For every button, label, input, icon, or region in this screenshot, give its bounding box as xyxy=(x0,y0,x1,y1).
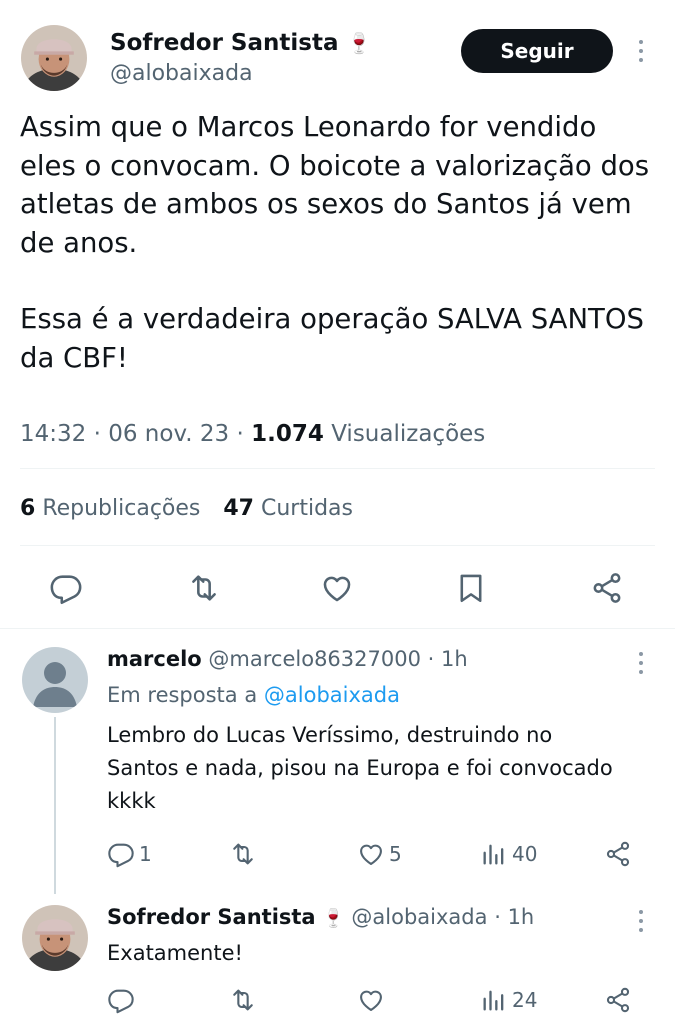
reposts-label: Republicações xyxy=(42,496,201,521)
likes-count: 47 xyxy=(223,496,254,521)
share-button[interactable] xyxy=(604,986,632,1014)
reply-button[interactable]: 1 xyxy=(107,840,152,868)
author-handle[interactable]: @alobaixada xyxy=(110,60,253,88)
share-icon xyxy=(590,571,624,605)
default-avatar-icon xyxy=(33,662,77,707)
heart-icon xyxy=(357,986,385,1014)
more-options-icon[interactable] xyxy=(636,40,646,62)
views-icon xyxy=(480,986,508,1014)
retweet-icon xyxy=(229,840,257,868)
retweet-button[interactable] xyxy=(229,840,257,868)
replying-to: Em resposta a @alobaixada xyxy=(107,681,400,709)
divider xyxy=(20,468,655,469)
view-count: 24 xyxy=(512,988,538,1012)
tweet-paragraph: Essa é a verdadeira operação SALVA SANTO… xyxy=(20,303,644,374)
reply-text: Lembro do Lucas Veríssimo, destruindo no… xyxy=(107,723,613,813)
reply-icon xyxy=(107,986,135,1014)
like-count: 5 xyxy=(389,842,402,866)
reply-icon xyxy=(107,840,135,868)
reposts-count: 6 xyxy=(20,496,36,521)
avatar-image xyxy=(21,25,87,91)
separator: · xyxy=(494,905,501,929)
views-label: Visualizações xyxy=(331,421,486,447)
tweet-date[interactable]: 06 nov. 23 xyxy=(108,421,229,447)
tweet-paragraph: Assim que o Marcos Leonardo for vendido … xyxy=(20,111,650,259)
like-button[interactable] xyxy=(320,571,354,605)
section-divider xyxy=(0,628,675,629)
reply-author-name[interactable]: marcelo xyxy=(107,647,202,671)
retweet-button[interactable] xyxy=(229,986,257,1014)
reply-author-handle[interactable]: @alobaixada xyxy=(351,905,487,929)
author-name-text: Sofredor Santista xyxy=(110,30,339,56)
tweet-meta: 14:32 · 06 nov. 23 · 1.074 Visualizações xyxy=(20,419,485,449)
share-icon xyxy=(604,986,632,1014)
reposts-stat[interactable]: 6 Republicações xyxy=(20,496,207,521)
more-options-icon[interactable] xyxy=(636,910,646,932)
retweet-button[interactable] xyxy=(187,571,221,605)
bookmark-button[interactable] xyxy=(454,571,488,605)
follow-button[interactable]: Seguir xyxy=(461,29,613,73)
reply-time[interactable]: 1h xyxy=(508,905,535,929)
views-button[interactable]: 24 xyxy=(480,986,537,1014)
views-count: 1.074 xyxy=(251,421,324,447)
author-avatar[interactable] xyxy=(21,25,87,91)
author-name[interactable]: Sofredor Santista 🍷 xyxy=(110,28,371,58)
share-button[interactable] xyxy=(604,840,632,868)
like-button[interactable]: 5 xyxy=(357,840,402,868)
view-count: 40 xyxy=(512,842,538,866)
reply-count: 1 xyxy=(139,842,152,866)
reply-text: Exatamente! xyxy=(107,941,243,965)
likes-label: Curtidas xyxy=(261,496,353,521)
reply-time[interactable]: 1h xyxy=(441,647,468,671)
like-button[interactable] xyxy=(357,986,385,1014)
retweet-icon xyxy=(187,571,221,605)
retweet-icon xyxy=(229,986,257,1014)
views-icon xyxy=(480,840,508,868)
reply-avatar[interactable] xyxy=(22,905,88,971)
reply-header: Sofredor Santista 🍷 @alobaixada · 1h xyxy=(107,903,534,933)
replying-to-label: Em resposta a xyxy=(107,683,258,707)
engagement-stats: 6 Republicações 47 Curtidas xyxy=(20,494,353,524)
avatar-image xyxy=(22,905,88,971)
reply-button[interactable] xyxy=(49,571,83,605)
separator: · xyxy=(93,421,101,447)
share-icon xyxy=(604,840,632,868)
reply-avatar[interactable] xyxy=(22,647,88,713)
more-options-icon[interactable] xyxy=(636,652,646,674)
reply-icon xyxy=(49,571,83,605)
separator: · xyxy=(427,647,435,671)
thread-line xyxy=(54,717,56,894)
share-button[interactable] xyxy=(590,571,624,605)
tweet-text: Assim que o Marcos Leonardo for vendido … xyxy=(20,108,650,377)
wine-glass-icon: 🍷 xyxy=(322,908,345,929)
reply-header: marcelo @marcelo86327000 · 1h xyxy=(107,645,468,673)
views-button[interactable]: 40 xyxy=(480,840,537,868)
replying-to-handle[interactable]: @alobaixada xyxy=(264,683,400,707)
bookmark-icon xyxy=(454,571,488,605)
divider xyxy=(20,545,655,546)
likes-stat[interactable]: 47 Curtidas xyxy=(223,496,353,521)
reply-button[interactable] xyxy=(107,986,135,1014)
heart-icon xyxy=(357,840,385,868)
wine-glass-icon: 🍷 xyxy=(346,31,372,55)
tweet-time[interactable]: 14:32 xyxy=(20,421,86,447)
heart-icon xyxy=(320,571,354,605)
reply-author-name[interactable]: Sofredor Santista xyxy=(107,905,316,929)
separator: · xyxy=(236,421,244,447)
reply-author-handle[interactable]: @marcelo86327000 xyxy=(208,647,421,671)
